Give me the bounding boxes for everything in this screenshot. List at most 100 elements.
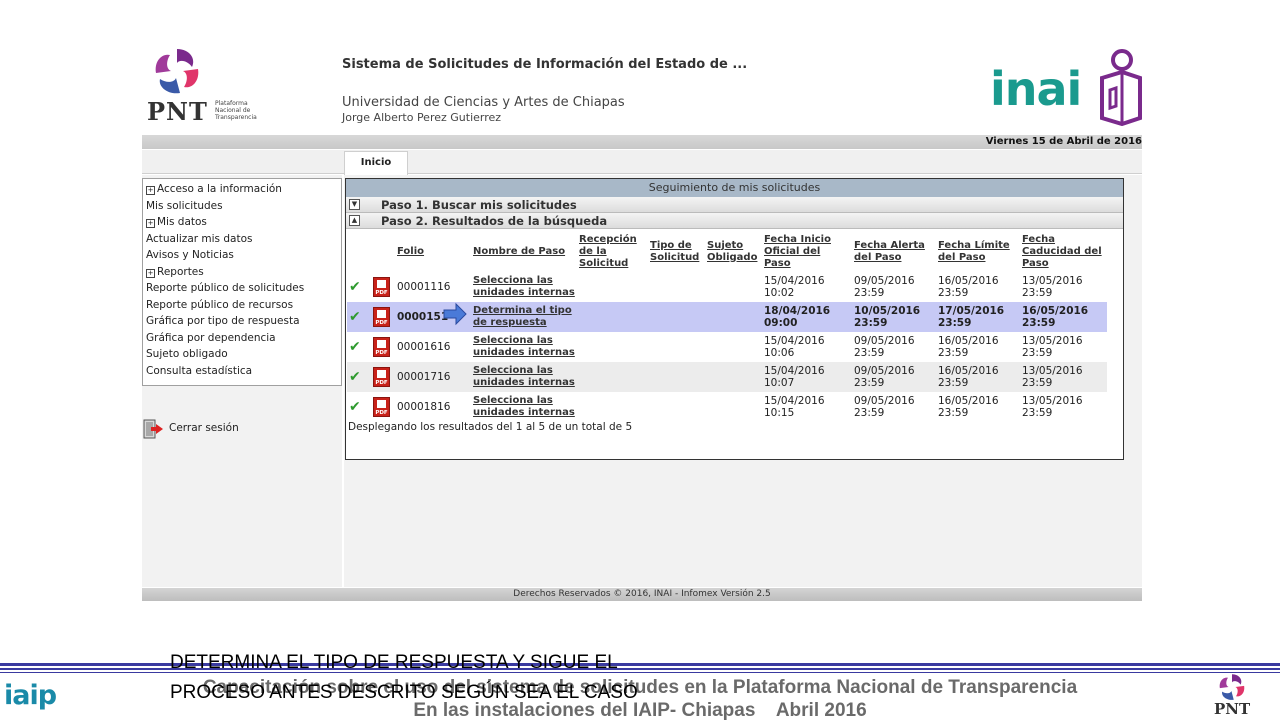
sidebar-item-reporte-solicitudes[interactable]: Reporte público de solicitudes [143,280,341,297]
step-link[interactable]: Selecciona las unidades internas [471,362,577,392]
sidebar-item-grafica-dependencia[interactable]: Gráfica por dependencia [143,330,341,347]
pnt-flower-icon [155,49,199,94]
pnt-logo: PNT Plataforma Nacional de Transparencia [145,45,265,130]
step-1-header[interactable]: ▼ Paso 1. Buscar mis solicitudes [346,197,1123,213]
alert-date-cell: 09/05/2016 23:59 [852,272,936,302]
sidebar-item-label: Mis datos [157,216,207,228]
alert-date-cell: 10/05/2016 23:59 [852,302,936,332]
arrow-right-icon [443,302,467,326]
organization-name: Universidad de Ciencias y Artes de Chiap… [342,95,625,110]
column-header[interactable]: Tipo de Solicitud [648,231,705,272]
sidebar-item-label: Reporte público de solicitudes [146,282,305,294]
sidebar-item-avisos-noticias[interactable]: Avisos y Noticias [143,247,341,264]
sidebar-item-mis-solicitudes[interactable]: Mis solicitudes [143,198,341,215]
pnt-logo-small: PNT [1212,672,1277,720]
expand-box-icon[interactable]: + [146,186,155,195]
check-icon: ✔ [349,338,361,355]
system-title: Sistema de Solicitudes de Información de… [342,57,748,72]
pdf-icon[interactable]: PDF [373,307,390,327]
pdf-icon[interactable]: PDF [373,397,390,417]
pdf-icon[interactable]: PDF [373,337,390,357]
sidebar-item-label: Consulta estadística [146,364,253,377]
sidebar-item-mis-datos[interactable]: + Mis datos [143,214,341,231]
check-icon: ✔ [349,368,361,385]
sidebar-item-label: Reporte público de recursos [146,298,294,311]
chevron-up-icon[interactable]: ▲ [349,215,360,226]
sidebar-item-label: Avisos y Noticias [146,249,234,261]
sidebar-item-grafica-tipo-respuesta[interactable]: Gráfica por tipo de respuesta [143,313,341,330]
pnt-logo-word: PNT [147,97,208,126]
check-icon: ✔ [349,278,361,295]
current-date: Viernes 15 de Abril de 2016 [985,136,1142,147]
logout-icon[interactable] [142,418,164,440]
table-row[interactable]: ✔ PDF 00001616 Selecciona las unidades i… [347,332,1107,362]
pnt-logo-subtitle: Plataforma Nacional de Transparencia [215,100,257,121]
step-1-label: Paso 1. Buscar mis solicitudes [381,198,577,212]
table-header-row: Folio Nombre de Paso Recepción de la Sol… [347,231,1107,272]
expiry-date-cell: 13/05/2016 23:59 [1020,272,1107,302]
start-date-cell: 18/04/2016 09:00 [762,302,852,332]
note-line-1: DETERMINA EL TIPO DE RESPUESTA Y SIGUE E… [170,652,618,673]
expand-box-icon[interactable]: + [146,219,155,228]
pnt-logo-word-small: PNT [1214,700,1251,718]
column-header[interactable]: Fecha Caducidad del Paso [1020,231,1107,272]
table-row[interactable]: ✔ PDF 00001116 Selecciona las unidades i… [347,272,1107,302]
folio-cell: 00001116 [395,272,471,302]
step-2-label: Paso 2. Resultados de la búsqueda [381,214,608,228]
limit-date-cell: 17/05/2016 23:59 [936,302,1020,332]
expand-box-icon[interactable]: + [146,268,155,278]
pdf-icon[interactable]: PDF [373,277,390,297]
limit-date-cell: 16/05/2016 23:59 [936,362,1020,392]
table-row[interactable]: ✔ PDF 00001816 Selecciona las unidades i… [347,392,1107,422]
date-bar: Viernes 15 de Abril de 2016 [142,135,1142,149]
check-icon: ✔ [349,398,361,415]
sidebar-item-sujeto-obligado[interactable]: Sujeto obligado [143,346,341,363]
column-header[interactable]: Recepción de la Solicitud [577,231,648,272]
table-row[interactable]: ✔ PDF 00001716 Selecciona las unidades i… [347,362,1107,392]
results-table: Folio Nombre de Paso Recepción de la Sol… [347,231,1107,422]
limit-date-cell: 16/05/2016 23:59 [936,272,1020,302]
inai-logo-word: inai [990,62,1082,116]
alert-date-cell: 09/05/2016 23:59 [852,332,936,362]
folio-cell: 00001816 [395,392,471,422]
results-summary: Desplegando los resultados del 1 al 5 de… [348,421,633,433]
copyright-bar: Derechos Reservados © 2016, INAI - Infom… [142,588,1142,601]
limit-date-cell: 16/05/2016 23:59 [936,392,1020,422]
sidebar-item-label: Acceso a la información [157,183,282,195]
alert-date-cell: 09/05/2016 23:59 [852,362,936,392]
step-2-header[interactable]: ▲ Paso 2. Resultados de la búsqueda [346,213,1123,229]
column-header[interactable]: Fecha Inicio Oficial del Paso [762,231,852,272]
check-icon: ✔ [349,308,361,325]
column-header[interactable]: Fecha Límite del Paso [936,231,1020,272]
sidebar-item-label: Gráfica por dependencia [146,331,276,344]
note-line-2: PROCESO ANTES DESCRITO SEGÚN SEA EL CASO [170,682,638,703]
sidebar-item-consulta-estadistica[interactable]: Consulta estadística [143,363,341,380]
column-header[interactable]: Fecha Alerta del Paso [852,231,936,272]
expiry-date-cell: 13/05/2016 23:59 [1020,362,1107,392]
sidebar-item-actualizar-datos[interactable]: Actualizar mis datos [143,231,341,248]
sidebar-item-label: Actualizar mis datos [146,232,253,245]
expiry-date-cell: 13/05/2016 23:59 [1020,392,1107,422]
chevron-down-icon[interactable]: ▼ [349,199,360,210]
expiry-date-cell: 13/05/2016 23:59 [1020,332,1107,362]
tab-inicio[interactable]: Inicio [344,151,408,175]
sidebar-item-reportes[interactable]: + Reportes [143,264,341,281]
column-header[interactable]: Sujeto Obligado [705,231,762,272]
column-header[interactable]: Folio [395,231,471,272]
sidebar-item-reporte-recursos[interactable]: Reporte público de recursos [143,297,341,314]
logout-label: Cerrar sesión [169,422,239,434]
sidebar-item-label: Mis solicitudes [146,199,223,212]
pdf-icon[interactable]: PDF [373,367,390,387]
step-link[interactable]: Selecciona las unidades internas [471,272,577,302]
tab-bar: Inicio [142,150,1142,175]
inai-logo: inai [990,48,1145,128]
sidebar-item-acceso-informacion[interactable]: + Acceso a la información [143,181,341,198]
step-link[interactable]: Selecciona las unidades internas [471,332,577,362]
inai-figure-icon [1100,49,1142,126]
step-link[interactable]: Selecciona las unidades internas [471,392,577,422]
limit-date-cell: 16/05/2016 23:59 [936,332,1020,362]
panel-title: Seguimiento de mis solicitudes [346,179,1123,197]
column-header[interactable]: Nombre de Paso [471,231,577,272]
folio-cell: 00001716 [395,362,471,392]
step-link[interactable]: Determina el tipo de respuesta [471,302,577,332]
